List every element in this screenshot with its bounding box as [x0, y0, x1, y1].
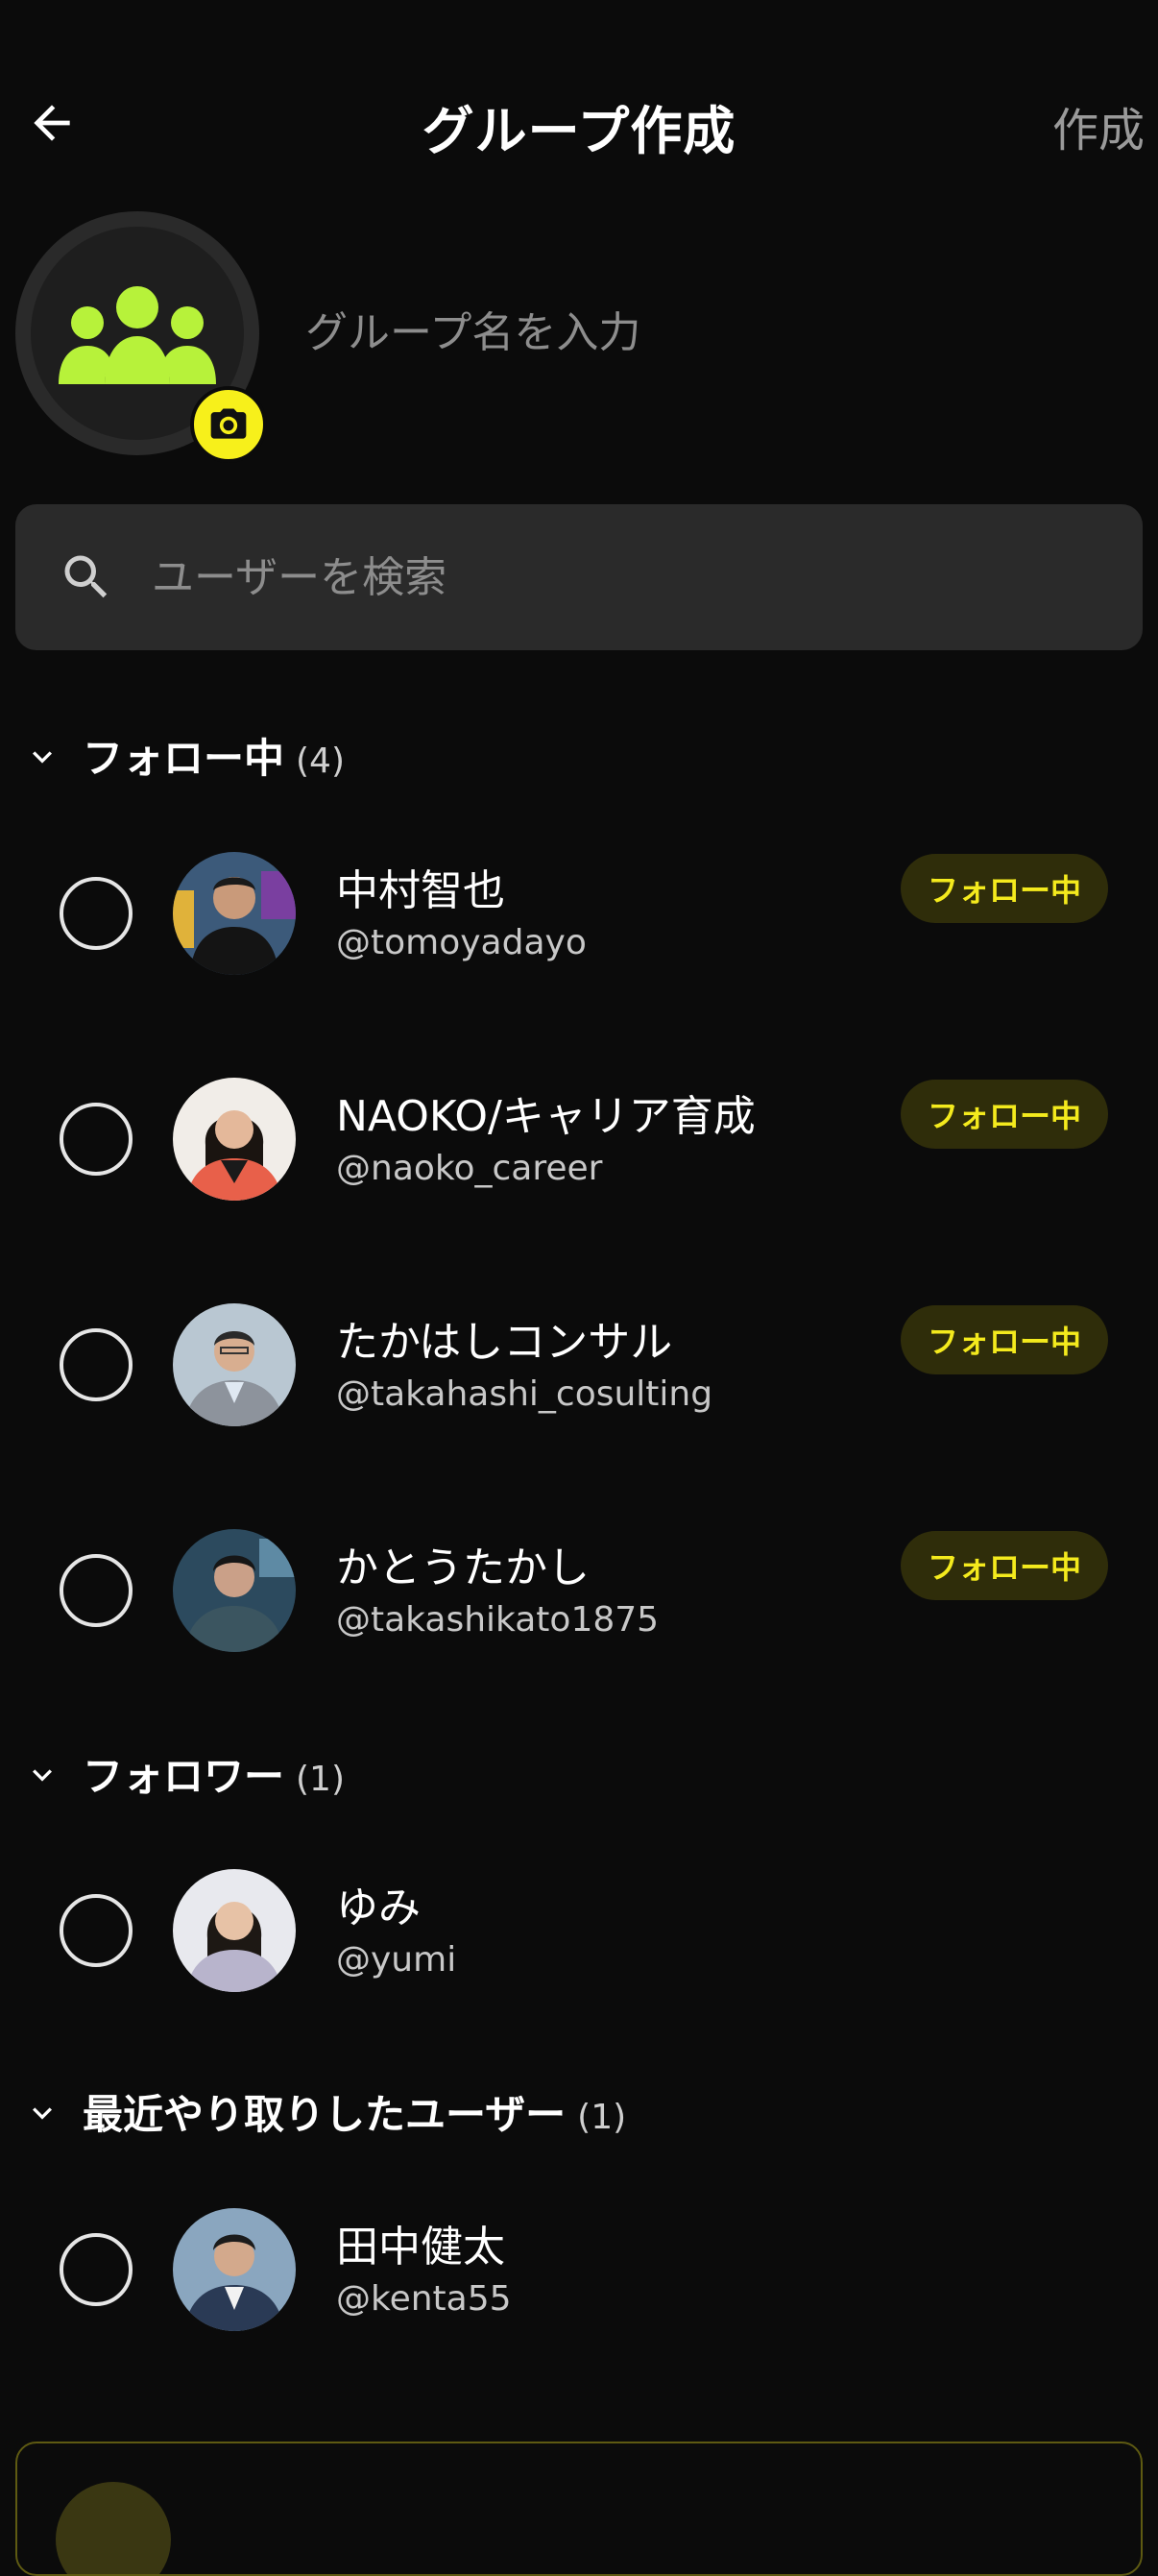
camera-icon — [210, 408, 247, 439]
avatar — [173, 1529, 296, 1652]
following-badge: フォロー中 — [900, 1531, 1108, 1600]
following-badge: フォロー中 — [900, 854, 1108, 923]
select-radio[interactable] — [60, 2233, 133, 2306]
user-name: 中村智也 — [336, 866, 505, 915]
user-handle: @tomoyadayo — [336, 923, 587, 962]
section-title: 最近やり取りしたユーザー (1) — [83, 2091, 627, 2138]
chevron-down-icon — [33, 2107, 52, 2120]
user-row[interactable]: たかはしコンサル @takahashi_cosulting フォロー中 — [0, 1269, 1158, 1461]
user-handle: @yumi — [336, 1940, 457, 1980]
user-name: ゆみ — [336, 1883, 421, 1932]
user-row[interactable]: NAOKO/キャリア育成 @naoko_career フォロー中 — [0, 1043, 1158, 1235]
user-row[interactable]: かとうたかし @takashikato1875 フォロー中 — [0, 1495, 1158, 1687]
section-header-following[interactable]: フォロー中 (4) — [0, 717, 1158, 793]
section-title: フォロワー (1) — [83, 1753, 346, 1800]
select-radio[interactable] — [60, 1894, 133, 1967]
chevron-down-icon — [33, 1769, 52, 1782]
search-input[interactable] — [152, 543, 1112, 612]
user-handle: @takahashi_cosulting — [336, 1374, 713, 1414]
user-row[interactable]: ゆみ @yumi — [0, 1835, 1158, 2027]
avatar — [173, 2208, 296, 2331]
avatar — [173, 852, 296, 975]
select-radio[interactable] — [60, 1554, 133, 1627]
avatar — [173, 1303, 296, 1426]
selected-members-panel — [15, 2442, 1143, 2576]
user-row[interactable]: 田中健太 @kenta55 — [0, 2174, 1158, 2366]
select-radio[interactable] — [60, 1103, 133, 1176]
user-name: 田中健太 — [336, 2223, 505, 2272]
user-handle: @kenta55 — [336, 2279, 512, 2319]
following-badge: フォロー中 — [900, 1080, 1108, 1149]
avatar — [173, 1078, 296, 1201]
following-badge: フォロー中 — [900, 1305, 1108, 1374]
section-header-followers[interactable]: フォロワー (1) — [0, 1735, 1158, 1811]
user-handle: @naoko_career — [336, 1149, 603, 1188]
user-row[interactable]: 中村智也 @tomoyadayo フォロー中 — [0, 817, 1158, 1009]
create-button[interactable]: 作成 — [1052, 92, 1145, 159]
avatar — [173, 1869, 296, 1992]
selected-member-avatar — [56, 2482, 171, 2574]
app-header: グループ作成 作成 — [0, 58, 1158, 192]
change-photo-button[interactable] — [190, 386, 267, 463]
section-title: フォロー中 (4) — [83, 735, 346, 782]
group-icon — [59, 286, 216, 384]
chevron-down-icon — [33, 751, 52, 764]
page-title: グループ作成 — [422, 101, 736, 161]
user-handle: @takashikato1875 — [336, 1600, 660, 1640]
section-header-recent[interactable]: 最近やり取りしたユーザー (1) — [0, 2073, 1158, 2150]
group-name-input[interactable] — [305, 298, 1131, 367]
user-name: かとうたかし — [336, 1543, 590, 1592]
select-radio[interactable] — [60, 1328, 133, 1401]
user-search-box[interactable] — [15, 504, 1143, 650]
user-name: NAOKO/キャリア育成 — [336, 1092, 756, 1141]
group-info-row — [0, 211, 1158, 463]
user-name: たかはしコンサル — [336, 1318, 673, 1367]
search-icon — [64, 555, 108, 598]
select-radio[interactable] — [60, 877, 133, 950]
